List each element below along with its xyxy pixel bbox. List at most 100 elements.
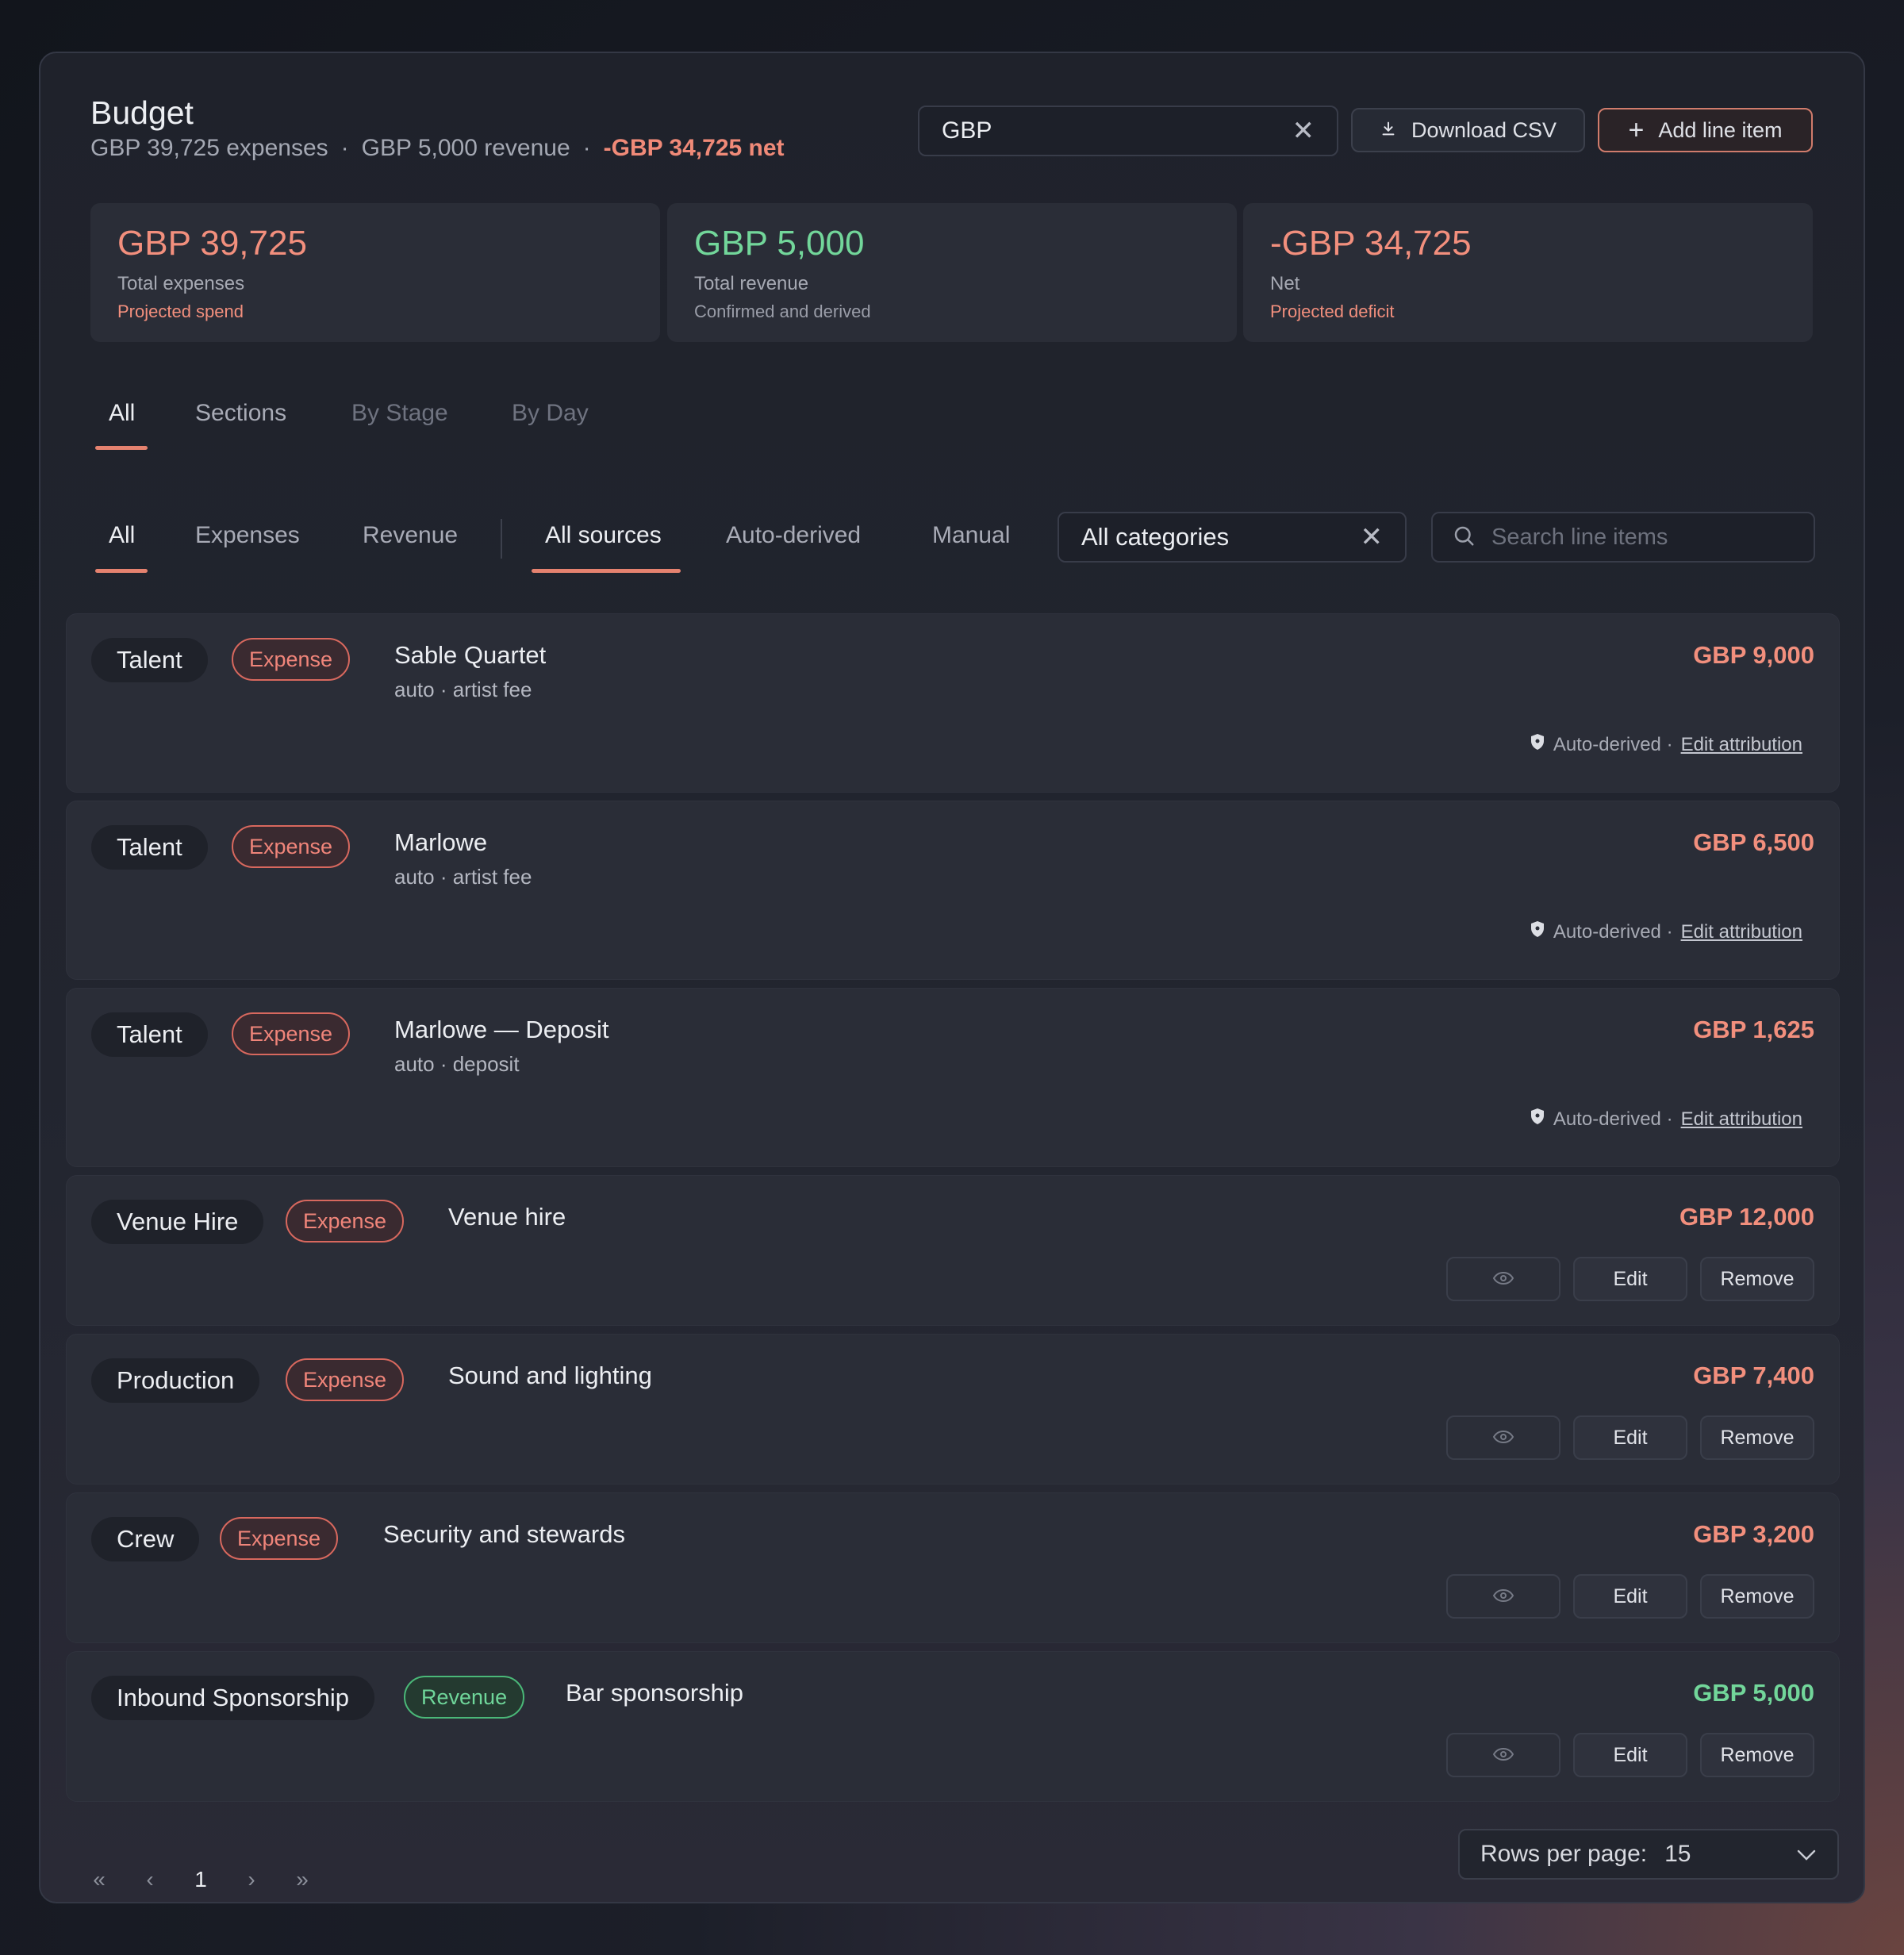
eye-icon	[1492, 1585, 1514, 1608]
summary-separator: ·	[340, 135, 349, 161]
attribution-text: Auto-derived ·	[1553, 1108, 1673, 1130]
filter-type-all-indicator	[95, 569, 148, 573]
stat-sub: Confirmed and derived	[694, 302, 871, 321]
line-item-name: Security and stewards	[383, 1520, 625, 1548]
edit-attribution-link[interactable]: Edit attribution	[1681, 921, 1802, 943]
plus-icon: +	[1628, 114, 1645, 145]
filter-type-all[interactable]: All	[109, 522, 135, 549]
stat-label: Net	[1270, 273, 1300, 294]
remove-button[interactable]: Remove	[1700, 1574, 1814, 1619]
remove-button[interactable]: Remove	[1700, 1257, 1814, 1301]
close-icon[interactable]: ✕	[1292, 115, 1315, 147]
type-badge: Expense	[286, 1200, 405, 1243]
category-select[interactable]: All categories ✕	[1058, 512, 1407, 563]
shield-icon	[1530, 1108, 1545, 1131]
list-item[interactable]: Talent Expense Marlowe — Deposit auto · …	[66, 988, 1840, 1167]
stat-card-revenue: GBP 5,000 Total revenue Confirmed and de…	[667, 203, 1237, 342]
filter-auto-derived[interactable]: Auto-derived	[726, 522, 861, 549]
remove-button[interactable]: Remove	[1700, 1415, 1814, 1460]
stat-card-expenses: GBP 39,725 Total expenses Projected spen…	[90, 203, 660, 342]
next-page-button[interactable]: ›	[226, 1867, 277, 1892]
last-page-button[interactable]: »	[277, 1867, 328, 1892]
line-item-amount: GBP 9,000	[1693, 641, 1814, 669]
filter-divider	[501, 519, 502, 559]
tab-by-day[interactable]: By Day	[512, 400, 589, 427]
eye-icon	[1492, 1744, 1514, 1767]
line-item-name: Sable Quartet	[394, 641, 547, 669]
add-line-item-button[interactable]: + Add line item	[1598, 108, 1813, 152]
edit-button[interactable]: Edit	[1573, 1574, 1687, 1619]
line-item-name: Marlowe	[394, 828, 488, 856]
stat-value: -GBP 34,725	[1270, 224, 1472, 263]
filter-all-sources-indicator	[532, 569, 681, 573]
view-button[interactable]	[1446, 1257, 1560, 1301]
attribution-text: Auto-derived ·	[1553, 920, 1673, 943]
filter-expenses[interactable]: Expenses	[195, 522, 300, 549]
summary-net: -GBP 34,725 net	[603, 135, 785, 161]
stat-label: Total revenue	[694, 273, 809, 294]
edit-button[interactable]: Edit	[1573, 1415, 1687, 1460]
edit-button[interactable]: Edit	[1573, 1257, 1687, 1301]
rows-per-page-select[interactable]: Rows per page: 15	[1458, 1829, 1839, 1880]
view-button[interactable]	[1446, 1574, 1560, 1619]
category-pill: Production	[91, 1358, 260, 1403]
type-badge: Expense	[232, 638, 351, 681]
category-pill: Talent	[91, 1012, 208, 1057]
pagination: « ‹ 1 › »	[74, 1867, 328, 1892]
current-page[interactable]: 1	[175, 1867, 226, 1892]
stat-sub: Projected deficit	[1270, 302, 1395, 321]
close-icon[interactable]: ✕	[1361, 521, 1384, 553]
download-csv-button[interactable]: Download CSV	[1351, 108, 1585, 152]
attribution-note: Auto-derived · Edit attribution	[1530, 1108, 1802, 1131]
line-item-name: Marlowe — Deposit	[394, 1016, 609, 1043]
prev-page-button[interactable]: ‹	[125, 1867, 175, 1892]
eye-icon	[1492, 1268, 1514, 1291]
line-item-amount: GBP 5,000	[1693, 1679, 1814, 1707]
view-button[interactable]	[1446, 1733, 1560, 1777]
download-icon	[1380, 118, 1397, 143]
row-actions: Edit Remove	[1446, 1415, 1814, 1460]
currency-select[interactable]: GBP ✕	[918, 106, 1338, 156]
list-item[interactable]: Inbound Sponsorship Revenue Bar sponsors…	[66, 1651, 1840, 1802]
summary-separator: ·	[582, 135, 591, 161]
search-input[interactable]	[1491, 524, 1793, 551]
view-button[interactable]	[1446, 1415, 1560, 1460]
stat-value: GBP 5,000	[694, 224, 865, 263]
category-pill: Inbound Sponsorship	[91, 1676, 375, 1720]
edit-button[interactable]: Edit	[1573, 1733, 1687, 1777]
attribution-note: Auto-derived · Edit attribution	[1530, 733, 1802, 756]
tab-by-stage[interactable]: By Stage	[351, 400, 448, 427]
line-item-name: Sound and lighting	[448, 1362, 652, 1389]
list-item[interactable]: Talent Expense Sable Quartet auto · arti…	[66, 613, 1840, 793]
remove-button[interactable]: Remove	[1700, 1733, 1814, 1777]
line-item-name: Venue hire	[448, 1203, 566, 1231]
filter-revenue[interactable]: Revenue	[363, 522, 458, 549]
row-actions: Edit Remove	[1446, 1574, 1814, 1619]
tab-view-all[interactable]: All	[109, 400, 135, 427]
search-field[interactable]	[1431, 512, 1815, 563]
line-item-meta: auto · artist fee	[394, 678, 532, 701]
list-item[interactable]: Crew Expense Security and stewards GBP 3…	[66, 1492, 1840, 1643]
summary-expenses: GBP 39,725 expenses	[90, 135, 328, 161]
line-item-meta: auto · deposit	[394, 1052, 520, 1076]
type-badge: Expense	[232, 825, 351, 868]
download-csv-label: Download CSV	[1411, 117, 1557, 142]
stat-card-net: -GBP 34,725 Net Projected deficit	[1243, 203, 1813, 342]
filter-all-sources[interactable]: All sources	[545, 522, 662, 549]
tab-sections[interactable]: Sections	[195, 400, 286, 427]
line-item-meta: auto · artist fee	[394, 865, 532, 889]
filter-manual[interactable]: Manual	[932, 522, 1010, 549]
list-item[interactable]: Talent Expense Marlowe auto · artist fee…	[66, 801, 1840, 980]
list-item[interactable]: Production Expense Sound and lighting GB…	[66, 1334, 1840, 1484]
budget-summary: GBP 39,725 expenses · GBP 5,000 revenue …	[90, 135, 785, 162]
shield-icon	[1530, 733, 1545, 756]
rows-per-page-value: 15	[1664, 1841, 1691, 1867]
first-page-button[interactable]: «	[74, 1867, 125, 1892]
rows-per-page-label: Rows per page:	[1480, 1841, 1648, 1867]
list-item[interactable]: Venue Hire Expense Venue hire GBP 12,000…	[66, 1175, 1840, 1326]
stat-label: Total expenses	[117, 273, 245, 294]
edit-attribution-link[interactable]: Edit attribution	[1681, 734, 1802, 756]
edit-attribution-link[interactable]: Edit attribution	[1681, 1108, 1802, 1131]
page-title: Budget	[90, 94, 194, 131]
shield-icon	[1530, 920, 1545, 943]
